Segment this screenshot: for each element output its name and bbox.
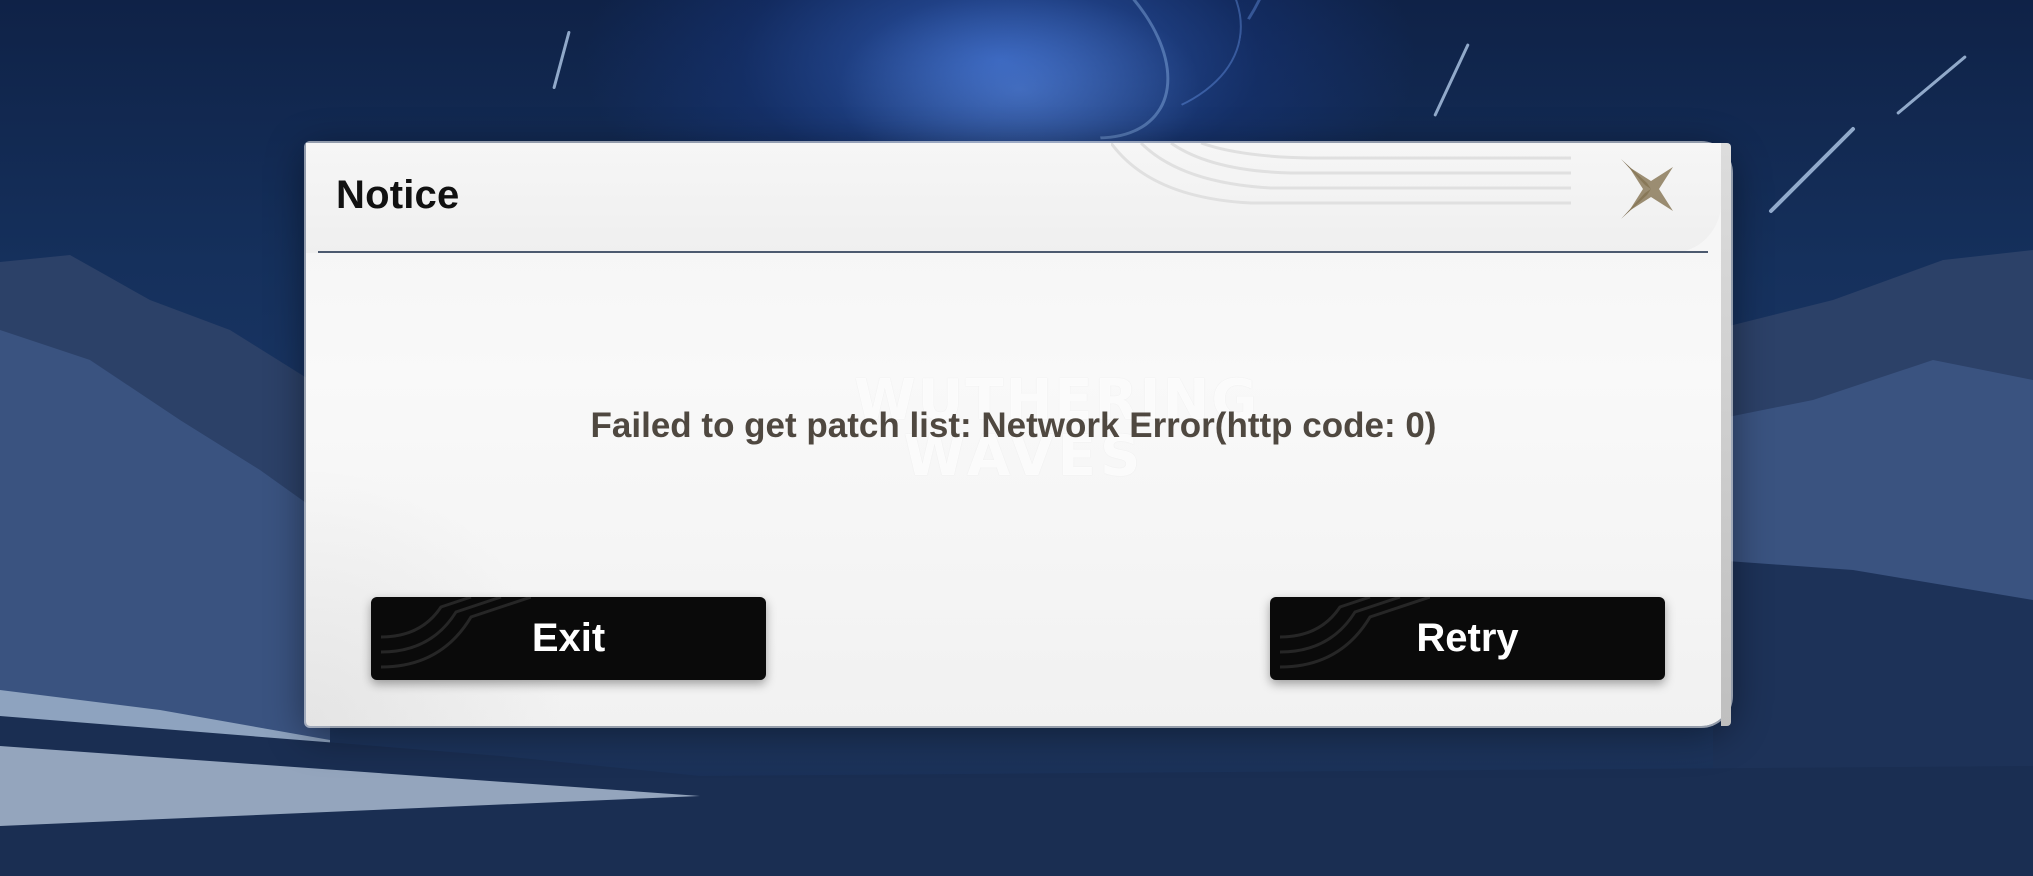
dialog-texture (306, 466, 566, 726)
button-decoration (1280, 597, 1430, 669)
close-button[interactable] (1619, 157, 1683, 221)
header-decoration-lines (1111, 143, 1571, 205)
dialog-header: Notice (306, 143, 1721, 253)
dialog-edge-rail (1721, 143, 1731, 726)
notice-dialog: Notice WUTHERING WAVES Failed to get pat… (306, 143, 1731, 726)
star-streak (1433, 43, 1470, 117)
star-streak (552, 30, 571, 90)
dialog-title: Notice (336, 173, 460, 217)
retry-button[interactable]: Retry (1270, 597, 1665, 680)
close-x-icon (1621, 159, 1681, 219)
error-message: Failed to get patch list: Network Error(… (590, 406, 1437, 445)
exit-button-label: Exit (531, 616, 606, 660)
retry-button-label: Retry (1416, 616, 1519, 660)
exit-button[interactable]: Exit (371, 597, 766, 680)
button-decoration (381, 597, 531, 669)
header-divider (318, 251, 1708, 253)
ice-lake (0, 716, 2033, 876)
